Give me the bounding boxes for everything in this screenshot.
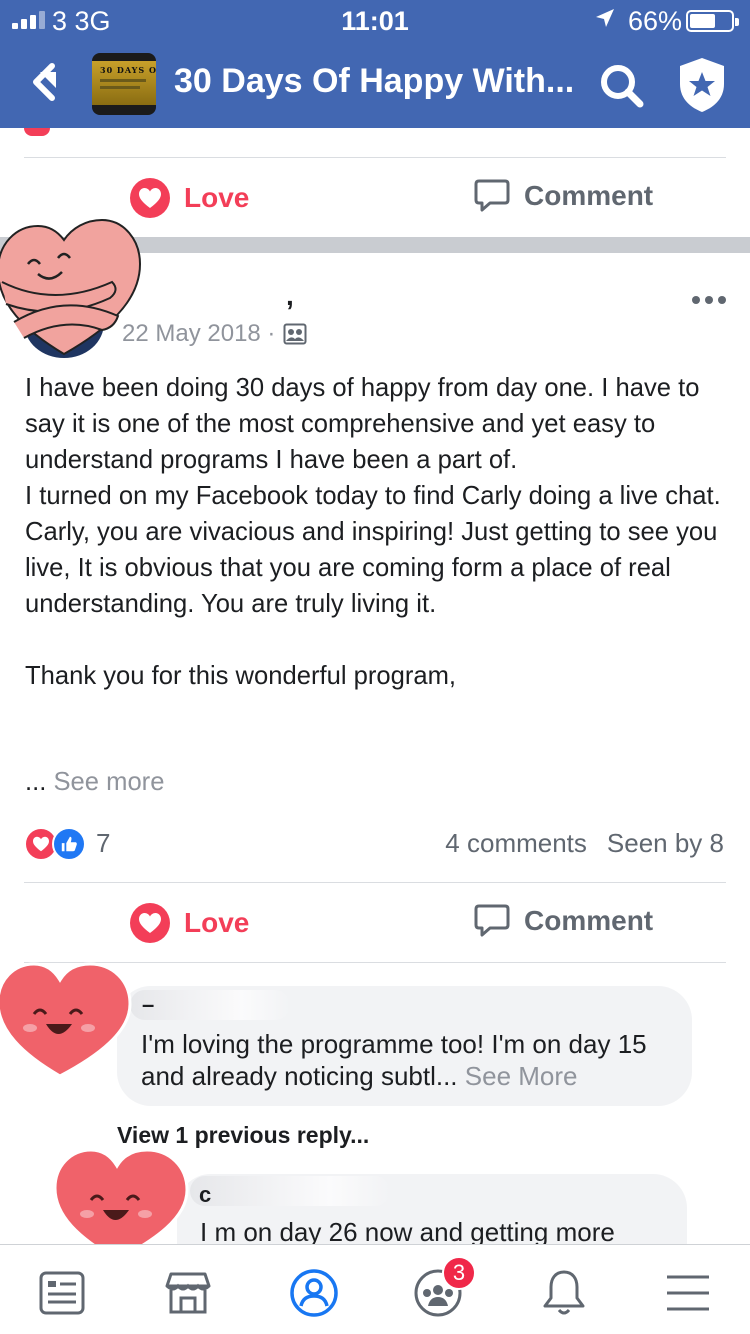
nav-bar: 30 DAYS O 30 Days Of Happy With... xyxy=(0,40,750,128)
news-feed-icon xyxy=(39,1271,85,1315)
tab-news-feed[interactable] xyxy=(34,1265,90,1321)
commenter-name-redacted xyxy=(190,1176,390,1206)
reaction-count: 7 xyxy=(96,828,111,858)
comment-label: Comment xyxy=(524,905,654,936)
author-name[interactable]: , xyxy=(286,280,294,312)
back-button[interactable] xyxy=(22,58,72,108)
commenter-name[interactable]: c xyxy=(199,1182,211,1208)
comment-button[interactable]: Comment xyxy=(474,178,653,214)
comment-label: Comment xyxy=(524,180,654,211)
back-arrow-icon xyxy=(33,63,56,101)
post-body: I have been doing 30 days of happy from … xyxy=(25,374,721,690)
post-date[interactable]: 22 May 2018 · xyxy=(122,320,307,348)
battery-icon xyxy=(686,10,739,32)
groups-notification-badge: 3 xyxy=(442,1256,476,1290)
search-button[interactable] xyxy=(598,62,646,110)
tab-notifications[interactable] xyxy=(536,1265,592,1321)
admin-shield-button[interactable] xyxy=(676,56,728,114)
profile-icon xyxy=(290,1269,338,1317)
love-label: Love xyxy=(184,907,250,938)
love-label: Love xyxy=(184,182,250,213)
ellipsis: ... xyxy=(25,768,47,796)
tab-marketplace[interactable] xyxy=(160,1265,216,1321)
post-meta: 4 comments Seen by 8 xyxy=(445,828,724,859)
group-thumbnail-text: 30 DAYS O xyxy=(100,65,156,75)
love-button[interactable]: Love xyxy=(130,903,249,943)
see-more-row: ... See more xyxy=(25,768,164,797)
love-button[interactable]: Love xyxy=(130,178,249,218)
seen-by[interactable]: Seen by 8 xyxy=(607,828,724,859)
comments-count[interactable]: 4 comments xyxy=(445,828,587,859)
hamburger-menu-icon xyxy=(667,1275,709,1311)
like-reaction-icon xyxy=(52,827,86,861)
post-date-text: 22 May 2018 · xyxy=(122,320,276,347)
reply-body: I m on day 26 now and getting more xyxy=(200,1217,615,1244)
comment-icon xyxy=(474,179,510,212)
view-previous-replies-link[interactable]: View 1 previous reply... xyxy=(117,1122,369,1149)
comment-icon xyxy=(474,904,510,937)
heart-icon xyxy=(130,903,170,943)
location-arrow-icon xyxy=(594,7,616,36)
see-more-link[interactable]: See more xyxy=(53,768,164,796)
group-title[interactable]: 30 Days Of Happy With... xyxy=(174,62,574,101)
status-bar: 3 3G 11:01 66% xyxy=(0,0,750,40)
bottom-tab-bar xyxy=(0,1244,750,1334)
comment-button[interactable]: Comment xyxy=(474,903,653,939)
group-audience-icon xyxy=(283,323,307,345)
bell-icon xyxy=(543,1270,585,1315)
marketplace-icon xyxy=(165,1272,211,1314)
divider xyxy=(24,882,726,883)
shield-star-icon xyxy=(680,58,724,112)
battery-percent: 66% xyxy=(628,6,683,36)
tab-menu[interactable] xyxy=(660,1265,716,1321)
group-thumbnail[interactable]: 30 DAYS O xyxy=(92,53,156,115)
commenter-name[interactable]: – xyxy=(142,992,154,1018)
prior-post-remnant xyxy=(24,128,50,136)
comment-text: I'm loving the programme too! I'm on day… xyxy=(141,1028,681,1092)
search-icon xyxy=(601,65,644,108)
tab-profile[interactable] xyxy=(286,1265,342,1321)
divider xyxy=(24,157,726,158)
smiling-heart-sticker xyxy=(0,962,132,1078)
comment-see-more-link[interactable]: See More xyxy=(465,1061,578,1091)
post-options-button[interactable] xyxy=(692,296,726,304)
